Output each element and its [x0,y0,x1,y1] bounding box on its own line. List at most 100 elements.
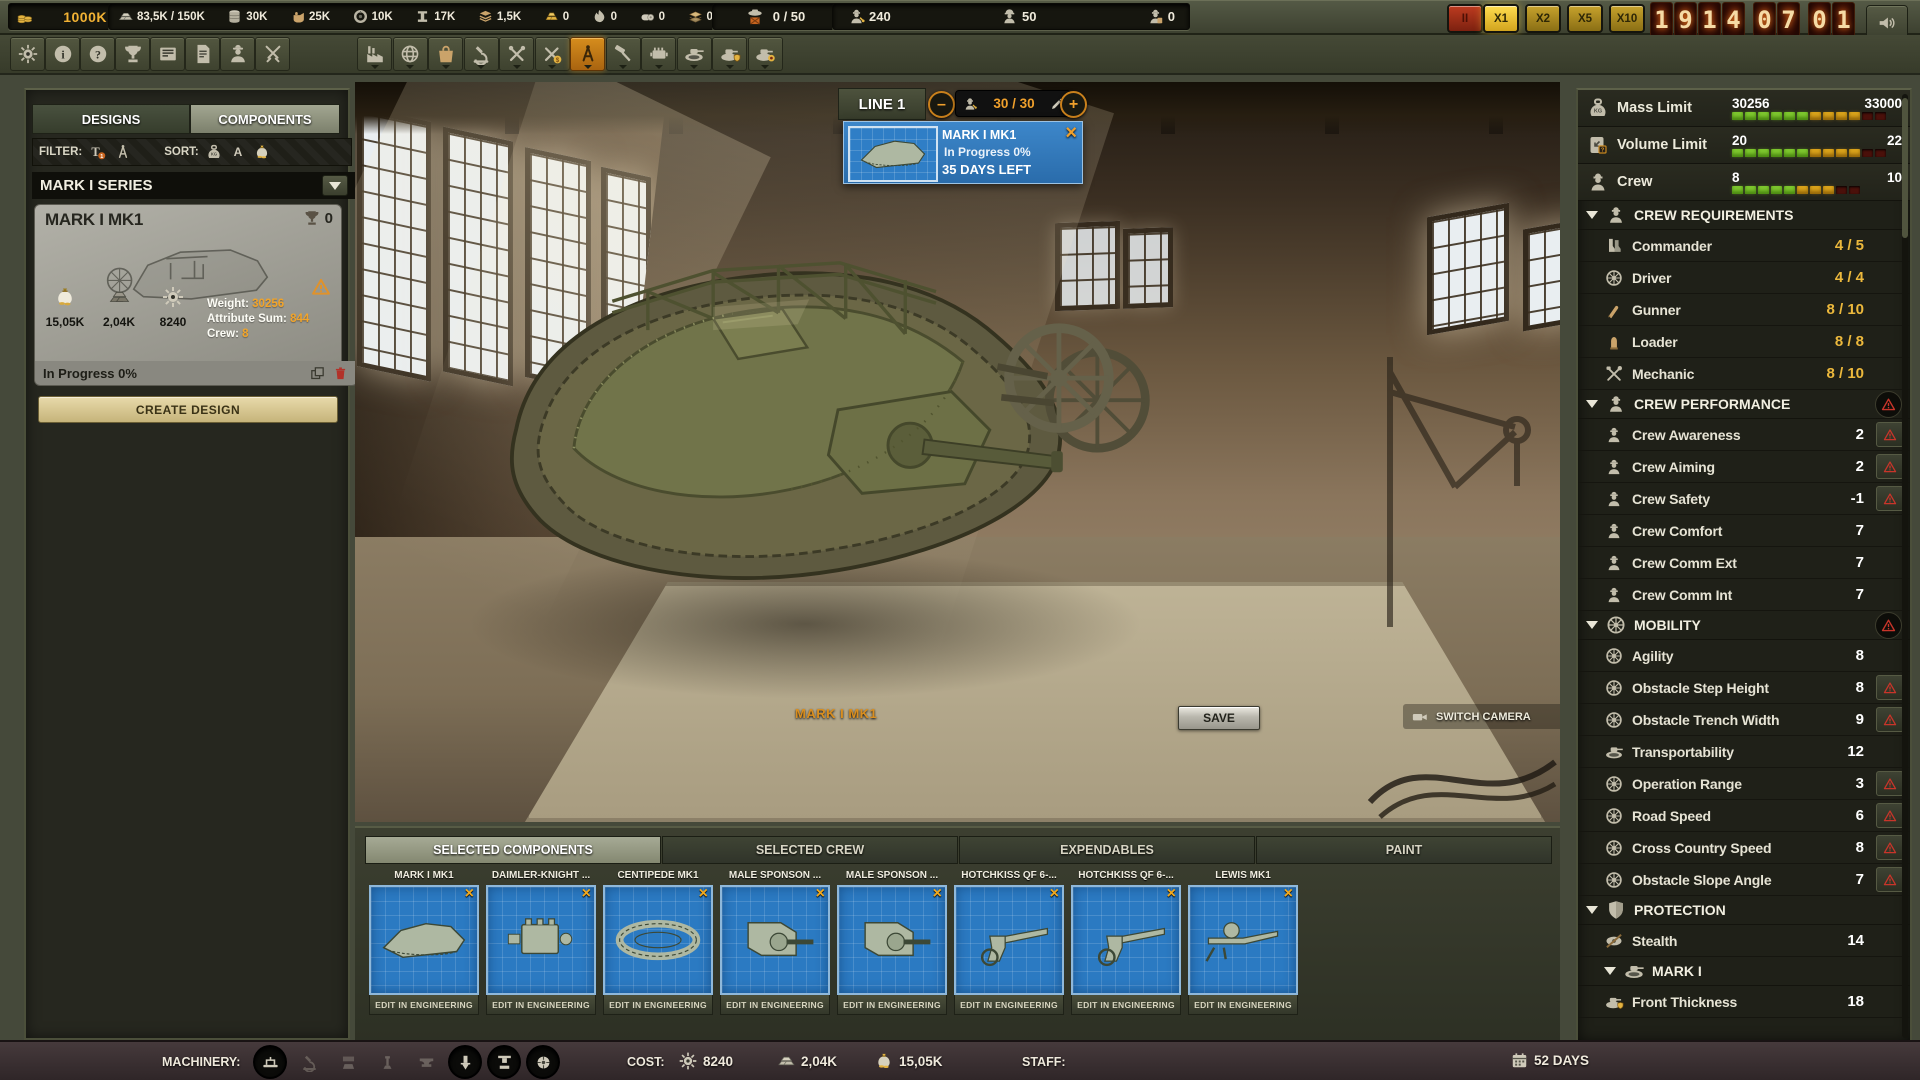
warning-icon[interactable] [1876,771,1904,796]
toolbar-globe-button[interactable] [393,37,428,71]
warning-icon[interactable] [1876,675,1904,700]
edit-in-engineering-button[interactable]: EDIT IN ENGINEERING [1071,995,1181,1015]
tab-paint[interactable]: PAINT [1256,836,1552,864]
tab-components[interactable]: COMPONENTS [190,104,340,134]
production-job-card[interactable]: MARK I MK1 In Progress 0% 35 DAYS LEFT × [843,121,1083,184]
machine-drill-icon[interactable] [450,1047,480,1077]
edit-in-engineering-button[interactable]: EDIT IN ENGINEERING [1188,995,1298,1015]
machine-disc-icon[interactable] [528,1047,558,1077]
section-mobility[interactable]: MOBILITY [1578,611,1910,640]
component-card[interactable]: MARK I MK1×EDIT IN ENGINEERING [369,870,479,1015]
design-card[interactable]: MARK I MK1 0 15,05K 2,04K [34,204,342,362]
close-icon[interactable]: × [1167,885,1176,903]
toolbar-research-button[interactable] [464,37,499,71]
warning-icon[interactable] [1876,835,1904,860]
sort-weight-icon[interactable]: KG [205,143,223,161]
tab-designs[interactable]: DESIGNS [32,104,190,134]
scrollbar-thumb[interactable] [1902,98,1908,238]
toolbar-weapons-button[interactable] [748,37,783,71]
duplicate-icon[interactable] [309,365,326,382]
pause-button[interactable]: II [1447,4,1483,33]
crew-decrease-button[interactable]: – [928,91,955,118]
close-icon[interactable]: × [816,885,825,903]
warning-icon[interactable] [1876,803,1904,828]
production-line-tab[interactable]: LINE 1 [838,88,926,120]
tab-selected-crew[interactable]: SELECTED CREW [662,836,958,864]
trash-icon[interactable] [332,365,349,382]
warning-icon[interactable] [1876,867,1904,892]
tab-selected-components[interactable]: SELECTED COMPONENTS [365,836,661,864]
sort-cost-icon[interactable] [253,143,271,161]
warning-icon[interactable] [1876,422,1904,447]
machine-mold-icon[interactable] [333,1047,363,1077]
series-header[interactable]: MARK I SERIES [32,172,356,199]
toolbar-info-button[interactable]: i [45,37,80,71]
close-icon[interactable]: × [465,885,474,903]
close-icon[interactable]: × [933,885,942,903]
toolbar-design-button[interactable] [570,37,605,71]
edit-in-engineering-button[interactable]: EDIT IN ENGINEERING [837,995,947,1015]
toolbar-testing-button[interactable] [606,37,641,71]
led-segment [1732,186,1743,194]
toolbar-maintenance-button[interactable]: $ [535,37,570,71]
component-card[interactable]: CENTIPEDE MK1×EDIT IN ENGINEERING [603,870,713,1015]
speed-x5-button[interactable]: X5 [1567,4,1603,33]
toolbar-workshop-button[interactable] [499,37,534,71]
factory-viewport[interactable]: MARK I MK1 SAVE SWITCH CAMERA [355,82,1560,822]
section-mark-i[interactable]: MARK I [1578,957,1910,986]
section-crew-requirements[interactable]: CREW REQUIREMENTS [1578,201,1910,230]
toolbar-engines-button[interactable] [641,37,676,71]
toolbar-armor-button[interactable] [712,37,747,71]
create-design-button[interactable]: CREATE DESIGN [38,396,338,423]
series-collapse-button[interactable] [322,175,348,196]
filter-design-icon[interactable] [114,143,132,161]
toolbar-vehicles-button[interactable] [677,37,712,71]
save-button[interactable]: SAVE [1178,706,1260,730]
filter-type-icon[interactable]: T1 [88,142,108,162]
warning-icon[interactable] [1876,707,1904,732]
toolbar-help-button[interactable]: ? [80,37,115,71]
machine-anvil-icon[interactable] [411,1047,441,1077]
toolbar-settings-button[interactable] [10,37,45,71]
sort-alpha-icon[interactable]: A [229,143,247,161]
edit-in-engineering-button[interactable]: EDIT IN ENGINEERING [720,995,830,1015]
speed-x1-button[interactable]: X1 [1483,4,1519,33]
warning-icon[interactable] [1876,454,1904,479]
cost-moneybag: 15,05K [874,1051,943,1071]
edit-in-engineering-button[interactable]: EDIT IN ENGINEERING [369,995,479,1015]
machine-research-icon[interactable] [294,1047,324,1077]
speed-x2-button[interactable]: X2 [1525,4,1561,33]
tank-model[interactable] [425,194,1155,664]
section-protection[interactable]: PROTECTION [1578,896,1910,925]
speed-x10-button[interactable]: X10 [1609,4,1645,33]
machine-pump-icon[interactable] [372,1047,402,1077]
component-card[interactable]: HOTCHKISS QF 6-...×EDIT IN ENGINEERING [1071,870,1181,1015]
close-icon[interactable]: × [699,885,708,903]
toolbar-report-button[interactable] [185,37,220,71]
toolbar-supplies-button[interactable] [428,37,463,71]
close-icon[interactable]: × [1065,122,1077,145]
component-card[interactable]: MALE SPONSON ...×EDIT IN ENGINEERING [837,870,947,1015]
section-crew-performance[interactable]: CREW PERFORMANCE [1578,390,1910,419]
component-card[interactable]: HOTCHKISS QF 6-...×EDIT IN ENGINEERING [954,870,1064,1015]
component-card[interactable]: DAIMLER-KNIGHT ...×EDIT IN ENGINEERING [486,870,596,1015]
close-icon[interactable]: × [1284,885,1293,903]
toolbar-factory-button[interactable] [357,37,392,71]
close-icon[interactable]: × [1050,885,1059,903]
close-icon[interactable]: × [582,885,591,903]
machine-press-icon[interactable] [489,1047,519,1077]
tab-expendables[interactable]: EXPENDABLES [959,836,1255,864]
toolbar-battle-button[interactable] [255,37,290,71]
toolbar-trophy-button[interactable] [115,37,150,71]
warning-icon[interactable] [1876,486,1904,511]
switch-camera-button[interactable]: SWITCH CAMERA [1403,704,1560,729]
crew-increase-button[interactable]: + [1060,91,1087,118]
machine-lathe-icon[interactable] [255,1047,285,1077]
toolbar-agent-button[interactable] [220,37,255,71]
edit-in-engineering-button[interactable]: EDIT IN ENGINEERING [954,995,1064,1015]
component-card[interactable]: LEWIS MK1×EDIT IN ENGINEERING [1188,870,1298,1015]
edit-in-engineering-button[interactable]: EDIT IN ENGINEERING [486,995,596,1015]
component-card[interactable]: MALE SPONSON ...×EDIT IN ENGINEERING [720,870,830,1015]
edit-in-engineering-button[interactable]: EDIT IN ENGINEERING [603,995,713,1015]
toolbar-newspaper-button[interactable] [150,37,185,71]
